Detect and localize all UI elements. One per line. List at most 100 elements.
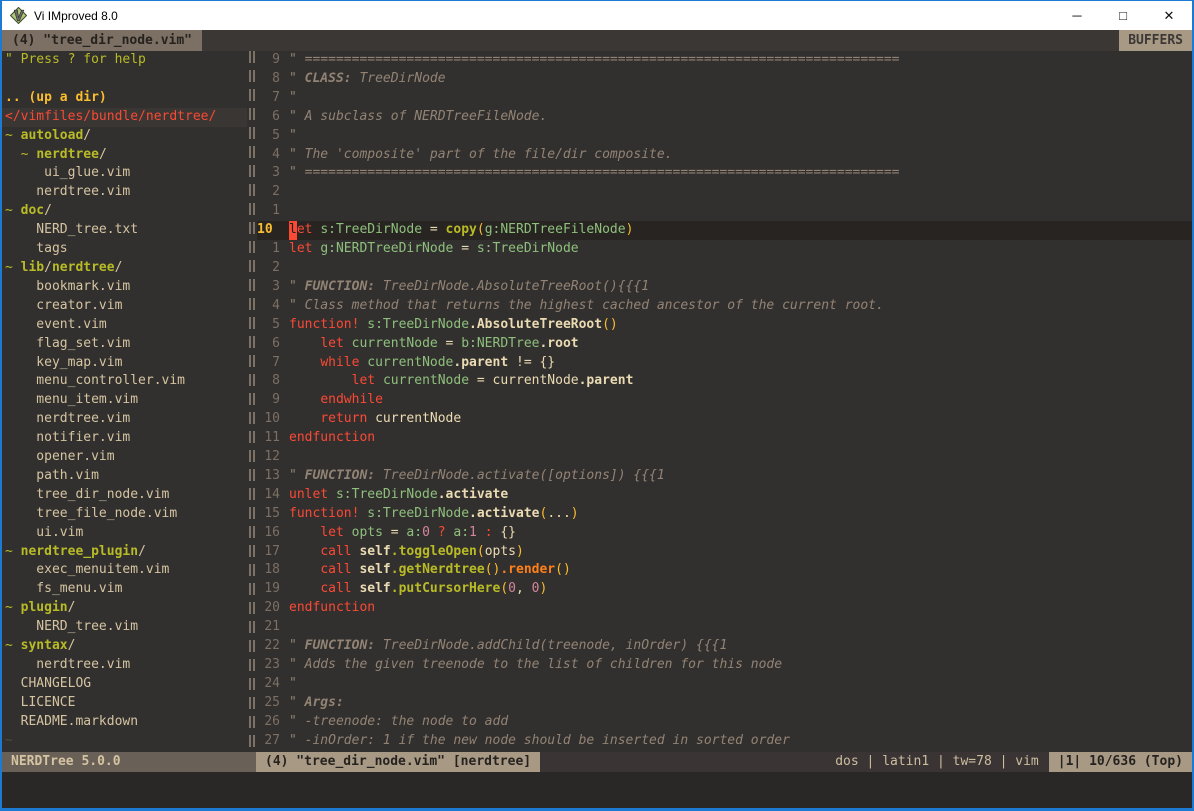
code-line[interactable]: 7" [257, 89, 1192, 108]
code-line[interactable]: 17 call self.toggleOpen(opts) [257, 543, 1192, 562]
line-number: 2 [257, 259, 289, 278]
code-line[interactable]: 8 let currentNode = currentNode.parent [257, 372, 1192, 391]
line-number: 19 [257, 580, 289, 599]
code-line[interactable]: 5" [257, 127, 1192, 146]
line-number: 27 [257, 732, 289, 751]
tree-item-dir[interactable]: ~ plugin/ [2, 599, 247, 618]
command-line[interactable] [2, 772, 1192, 808]
code-line[interactable]: 14unlet s:TreeDirNode.activate [257, 486, 1192, 505]
line-number: 10 [257, 410, 289, 429]
code-line[interactable]: 6 let currentNode = b:NERDTree.root [257, 335, 1192, 354]
code-line[interactable]: 26" -treenode: the node to add [257, 713, 1192, 732]
line-number: 20 [257, 599, 289, 618]
code-line[interactable]: 4" The 'composite' part of the file/dir … [257, 146, 1192, 165]
code-line[interactable]: 3" =====================================… [257, 164, 1192, 183]
line-number: 4 [257, 297, 289, 316]
tree-item-file[interactable]: tags [2, 240, 247, 259]
code-line[interactable]: 6" A subclass of NERDTreeFileNode. [257, 108, 1192, 127]
line-number: 16 [257, 524, 289, 543]
tree-item-up[interactable]: .. (up a dir) [2, 89, 247, 108]
code-line[interactable]: 11endfunction [257, 429, 1192, 448]
code-line[interactable]: 10let s:TreeDirNode = copy(g:NERDTreeFil… [257, 221, 1192, 240]
tree-item-file[interactable]: event.vim [2, 316, 247, 335]
line-number: 6 [257, 108, 289, 127]
tree-item-file[interactable]: menu_item.vim [2, 391, 247, 410]
tree-item-file[interactable]: ui_glue.vim [2, 164, 247, 183]
maximize-button[interactable]: □ [1100, 1, 1146, 30]
status-right-items: dos | latin1 | tw=78 | vim [835, 752, 1049, 772]
tree-item-file[interactable]: menu_controller.vim [2, 372, 247, 391]
code-line[interactable]: 15function! s:TreeDirNode.activate(...) [257, 505, 1192, 524]
code-line[interactable]: 10 return currentNode [257, 410, 1192, 429]
code-line[interactable]: 2 [257, 183, 1192, 202]
code-line[interactable]: 23" Adds the given treenode to the list … [257, 656, 1192, 675]
line-number: 23 [257, 656, 289, 675]
tree-item-file[interactable]: bookmark.vim [2, 278, 247, 297]
code-line[interactable]: 25" Args: [257, 694, 1192, 713]
tree-item-file[interactable]: path.vim [2, 467, 247, 486]
code-line[interactable]: 18 call self.getNerdtree().render() [257, 561, 1192, 580]
line-number: 5 [257, 316, 289, 335]
code-line[interactable]: 13" FUNCTION: TreeDirNode.activate([opti… [257, 467, 1192, 486]
tree-item-file[interactable]: opener.vim [2, 448, 247, 467]
tab-tree-dir-node[interactable]: (4) "tree_dir_node.vim" [2, 30, 202, 51]
tree-item-file[interactable]: exec_menuitem.vim [2, 561, 247, 580]
tree-item-blank [2, 70, 247, 89]
line-number: 14 [257, 486, 289, 505]
line-number: 22 [257, 637, 289, 656]
tree-item-file[interactable]: nerdtree.vim [2, 183, 247, 202]
code-line[interactable]: 19 call self.putCursorHere(0, 0) [257, 580, 1192, 599]
tree-item-file[interactable]: fs_menu.vim [2, 580, 247, 599]
close-button[interactable]: ✕ [1146, 1, 1192, 30]
tree-item-file[interactable]: NERD_tree.txt [2, 221, 247, 240]
code-line[interactable]: 20endfunction [257, 599, 1192, 618]
tree-item-dir[interactable]: ~ syntax/ [2, 637, 247, 656]
code-line[interactable]: 4" Class method that returns the highest… [257, 297, 1192, 316]
tree-item-dir[interactable]: ~ nerdtree/ [2, 146, 247, 165]
tree-item-file[interactable]: nerdtree.vim [2, 410, 247, 429]
tree-item-file[interactable]: flag_set.vim [2, 335, 247, 354]
tree-item-file[interactable]: nerdtree.vim [2, 656, 247, 675]
code-line[interactable]: 1 [257, 202, 1192, 221]
nerdtree-status: NERDTree 5.0.0 [2, 752, 256, 772]
code-line[interactable]: 22" FUNCTION: TreeDirNode.addChild(treen… [257, 637, 1192, 656]
line-number: 18 [257, 561, 289, 580]
code-line[interactable]: 27" -inOrder: 1 if the new node should b… [257, 732, 1192, 751]
tree-item-dir[interactable]: ~ doc/ [2, 202, 247, 221]
line-number: 17 [257, 543, 289, 562]
code-line[interactable]: 5function! s:TreeDirNode.AbsoluteTreeRoo… [257, 316, 1192, 335]
code-line[interactable]: 7 while currentNode.parent != {} [257, 354, 1192, 373]
line-number: 1 [257, 240, 289, 259]
tree-item-dir[interactable]: ~ nerdtree_plugin/ [2, 543, 247, 562]
tree-item-file[interactable]: ui.vim [2, 524, 247, 543]
tree-item-root[interactable]: </vimfiles/bundle/nerdtree/ [2, 108, 247, 127]
code-line[interactable]: 21 [257, 618, 1192, 637]
tree-item-file[interactable]: LICENCE [2, 694, 247, 713]
code-line[interactable]: 24" [257, 675, 1192, 694]
tree-item-file[interactable]: key_map.vim [2, 354, 247, 373]
line-number: 24 [257, 675, 289, 694]
tree-item-file[interactable]: notifier.vim [2, 429, 247, 448]
code-line[interactable]: 16 let opts = a:0 ? a:1 : {} [257, 524, 1192, 543]
tree-item-file[interactable]: CHANGELOG [2, 675, 247, 694]
code-line[interactable]: 9 endwhile [257, 391, 1192, 410]
tree-item-file[interactable]: NERD_tree.vim [2, 618, 247, 637]
tree-item-file[interactable]: tree_dir_node.vim [2, 486, 247, 505]
code-line[interactable]: 8" CLASS: TreeDirNode [257, 70, 1192, 89]
tree-item-dir[interactable]: ~ autoload/ [2, 127, 247, 146]
window-separator[interactable] [247, 51, 257, 752]
tree-item-file[interactable]: creator.vim [2, 297, 247, 316]
code-line[interactable]: 12 [257, 448, 1192, 467]
code-line[interactable]: 2 [257, 259, 1192, 278]
buffers-label: BUFFERS [1119, 30, 1192, 51]
line-number: 15 [257, 505, 289, 524]
code-line[interactable]: 3" FUNCTION: TreeDirNode.AbsoluteTreeRoo… [257, 278, 1192, 297]
minimize-button[interactable]: ─ [1054, 1, 1100, 30]
nerdtree-panel: " Press ? for help.. (up a dir)</vimfile… [2, 51, 247, 752]
line-number: 2 [257, 183, 289, 202]
tree-item-file[interactable]: README.markdown [2, 713, 247, 732]
code-line[interactable]: 9" =====================================… [257, 51, 1192, 70]
tree-item-file[interactable]: tree_file_node.vim [2, 505, 247, 524]
code-line[interactable]: 1let g:NERDTreeDirNode = s:TreeDirNode [257, 240, 1192, 259]
tree-item-dir[interactable]: ~ lib/nerdtree/ [2, 259, 247, 278]
